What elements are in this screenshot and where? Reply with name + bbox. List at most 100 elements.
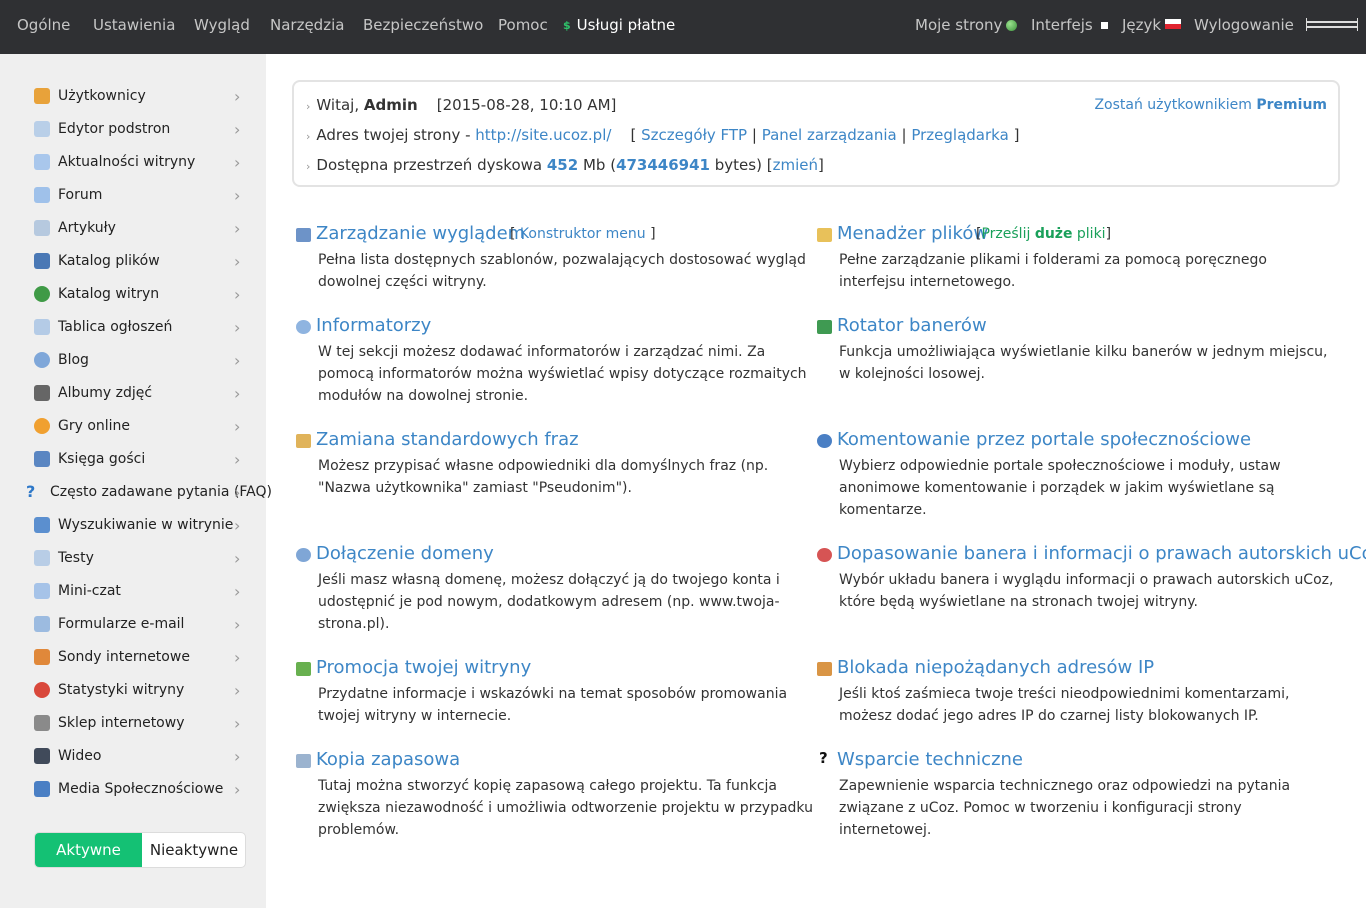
section-copyright: Dopasowanie banera i informacji o prawac… bbox=[817, 543, 1366, 613]
browser-link[interactable]: Przeglądarka bbox=[911, 126, 1008, 144]
address-line: › Adres twojej strony - http://site.ucoz.… bbox=[306, 126, 1020, 144]
ip-block-title-link[interactable]: Blokada niepożądanych adresów IP bbox=[837, 657, 1154, 678]
section-domain: Dołączenie domeny Jeśli masz własną dome… bbox=[296, 543, 806, 635]
sidebar-item[interactable]: Mini-czat › bbox=[0, 575, 266, 608]
chevron-right-icon: › bbox=[234, 120, 241, 139]
sidebar-item[interactable]: Księga gości › bbox=[0, 443, 266, 476]
support-desc: Zapewnienie wsparcia technicznego oraz o… bbox=[839, 778, 1291, 838]
sidebar-item[interactable]: Testy › bbox=[0, 542, 266, 575]
nav-ustawienia[interactable]: Ustawienia bbox=[93, 16, 175, 34]
backup-title-link[interactable]: Kopia zapasowa bbox=[316, 749, 460, 770]
sidebar-item[interactable]: Formularze e-mail › bbox=[0, 608, 266, 641]
sidebar-item[interactable]: Sondy internetowe › bbox=[0, 641, 266, 674]
nav-paid-services[interactable]: $ Usługi płatne bbox=[563, 16, 675, 34]
nav-my-sites[interactable]: Moje strony bbox=[915, 16, 1018, 34]
chevron-right-icon: › bbox=[234, 351, 241, 370]
copyright-desc: Wybór układu banera i wyglądu informacji… bbox=[839, 572, 1334, 610]
sidebar-item-label: Gry online bbox=[58, 418, 131, 434]
control-panel-link[interactable]: Panel zarządzania bbox=[762, 126, 897, 144]
sidebar-item[interactable]: Forum › bbox=[0, 179, 266, 212]
promotion-icon bbox=[296, 662, 311, 676]
banner-rotator-title-link[interactable]: Rotator banerów bbox=[837, 315, 987, 336]
sidebar-item[interactable]: Edytor podstron › bbox=[0, 113, 266, 146]
bracket: ] bbox=[817, 156, 824, 174]
sidebar-item[interactable]: Wideo › bbox=[0, 740, 266, 773]
bracket: ] bbox=[1013, 126, 1020, 144]
support-title-link[interactable]: Wsparcie techniczne bbox=[837, 749, 1023, 770]
ftp-details-link[interactable]: Szczegóły FTP bbox=[641, 126, 747, 144]
nav-interface[interactable]: Interfejs bbox=[1031, 16, 1108, 34]
upload-big-files-link[interactable]: [Prześlij duże pliki] bbox=[976, 226, 1111, 242]
sidebar-item[interactable]: Tablica ogłoszeń › bbox=[0, 311, 266, 344]
blog-icon bbox=[34, 352, 50, 368]
change-space-link[interactable]: zmień bbox=[773, 156, 818, 174]
active-modules-button[interactable]: Aktywne bbox=[35, 833, 142, 867]
top-navigation-bar: Ogólne Ustawienia Wygląd Narzędzia Bezpi… bbox=[0, 0, 1366, 54]
sidebar-item[interactable]: Artykuły › bbox=[0, 212, 266, 245]
informers-title-link[interactable]: Informatorzy bbox=[316, 315, 431, 336]
question-icon: ? bbox=[819, 749, 828, 767]
appearance-desc: Pełna lista dostępnych szablonów, pozwal… bbox=[318, 252, 806, 290]
sidebar-item[interactable]: Aktualności witryny › bbox=[0, 146, 266, 179]
nav-logout[interactable]: Wylogowanie bbox=[1194, 16, 1294, 34]
sidebar-item-label: Formularze e-mail bbox=[58, 616, 185, 632]
copyright-title-link[interactable]: Dopasowanie banera i informacji o prawac… bbox=[837, 543, 1366, 564]
nav-bezpieczenstwo[interactable]: Bezpieczeństwo bbox=[363, 16, 483, 34]
chevron-right-icon: › bbox=[234, 615, 241, 634]
social-comments-title-link[interactable]: Komentowanie przez portale społecznościo… bbox=[837, 429, 1251, 450]
sidebar-item[interactable]: Katalog plików › bbox=[0, 245, 266, 278]
promotion-title-link[interactable]: Promocja twojej witryny bbox=[316, 657, 531, 678]
text-replace-icon bbox=[296, 434, 311, 448]
backup-icon bbox=[296, 754, 311, 768]
sidebar-item-label: Katalog plików bbox=[58, 253, 160, 269]
chevron-right-icon: › bbox=[234, 681, 241, 700]
users-block-icon bbox=[817, 662, 832, 676]
sidebar-item[interactable]: ? Często zadawane pytania (FAQ) › bbox=[0, 476, 272, 509]
chevron-right-icon: › bbox=[234, 450, 241, 469]
bulb-icon bbox=[34, 154, 50, 170]
chevron-right-icon: › bbox=[234, 648, 241, 667]
welcome-info-box: › Witaj, Admin [2015-08-28, 10:10 AM] Zos… bbox=[292, 80, 1340, 187]
login-datetime: [2015-08-28, 10:10 AM] bbox=[436, 96, 617, 114]
square-icon bbox=[1100, 22, 1108, 29]
layout-icon bbox=[296, 228, 311, 242]
separator: | bbox=[901, 126, 907, 144]
backup-desc: Tutaj można stworzyć kopię zapasową całe… bbox=[318, 778, 813, 838]
menu-toggle-icon[interactable] bbox=[1306, 18, 1358, 32]
section-ip-block: Blokada niepożądanych adresów IP Jeśli k… bbox=[817, 657, 1327, 727]
file-manager-title-link[interactable]: Menadżer plików bbox=[837, 223, 988, 244]
sidebar-item[interactable]: Blog › bbox=[0, 344, 266, 377]
phrases-title-link[interactable]: Zamiana standardowych fraz bbox=[316, 429, 579, 450]
sidebar-item[interactable]: Gry online › bbox=[0, 410, 266, 443]
nav-my-sites-label: Moje strony bbox=[915, 16, 1003, 34]
nav-pomoc[interactable]: Pomoc bbox=[498, 16, 548, 34]
folder-icon bbox=[817, 228, 832, 242]
nav-ogolne[interactable]: Ogólne bbox=[17, 16, 70, 34]
sidebar-item[interactable]: Albumy zdjęć › bbox=[0, 377, 266, 410]
sidebar-item[interactable]: Wyszukiwanie w witrynie › bbox=[0, 509, 266, 542]
sidebar-item-label: Wideo bbox=[58, 748, 102, 764]
nav-wyglad[interactable]: Wygląd bbox=[194, 16, 250, 34]
nav-language[interactable]: Język bbox=[1122, 16, 1182, 34]
username: Admin bbox=[363, 96, 418, 114]
flag-pl-icon bbox=[1165, 19, 1182, 29]
sidebar-item[interactable]: Statystyki witryny › bbox=[0, 674, 266, 707]
appearance-title-link[interactable]: Zarządzanie wyglądem bbox=[316, 223, 525, 244]
menu-builder-link[interactable]: Konstruktor menu bbox=[520, 226, 646, 242]
sidebar-item-label: Statystyki witryny bbox=[58, 682, 185, 698]
sidebar-item[interactable]: Sklep internetowy › bbox=[0, 707, 266, 740]
chevron-right-icon: › bbox=[234, 780, 241, 799]
site-url-link[interactable]: http://site.ucoz.pl/ bbox=[475, 126, 611, 144]
premium-link[interactable]: Zostań użytkownikiem Premium bbox=[1094, 97, 1327, 113]
domain-title-link[interactable]: Dołączenie domeny bbox=[316, 543, 494, 564]
inactive-modules-button[interactable]: Nieaktywne bbox=[142, 833, 245, 867]
section-banner-rotator: Rotator banerów Funkcja umożliwiająca wy… bbox=[817, 315, 1327, 385]
sidebar-item[interactable]: Użytkownicy › bbox=[0, 80, 266, 113]
sidebar-item[interactable]: Media Społecznościowe › bbox=[0, 773, 266, 806]
premium-prefix: Zostań użytkownikiem bbox=[1094, 97, 1252, 113]
sidebar-item-label: Wyszukiwanie w witrynie bbox=[58, 517, 234, 533]
sidebar-item[interactable]: Katalog witryn › bbox=[0, 278, 266, 311]
module-filter-toggle: Aktywne Nieaktywne bbox=[34, 832, 246, 868]
nav-narzedzia[interactable]: Narzędzia bbox=[270, 16, 344, 34]
sidebar-item-label: Artykuły bbox=[58, 220, 116, 236]
